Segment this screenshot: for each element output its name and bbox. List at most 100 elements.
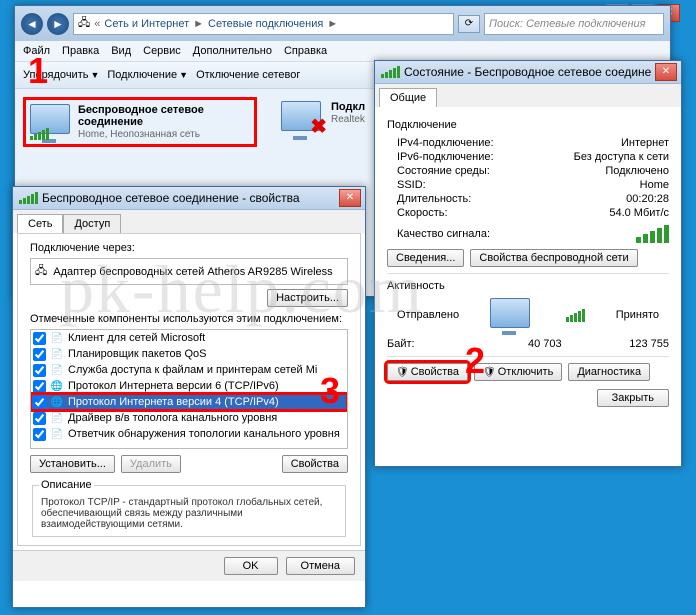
list-item: 📄Клиент для сетей Microsoft xyxy=(31,330,347,346)
component-list[interactable]: 📄Клиент для сетей Microsoft 📄Планировщик… xyxy=(30,329,348,449)
value-ipv4: Интернет xyxy=(621,137,669,149)
list-item: 📄Ответчик обнаружения топологии канально… xyxy=(31,426,347,442)
disconnect-button[interactable]: Отключение сетевог xyxy=(196,69,300,81)
menu-advanced[interactable]: Дополнительно xyxy=(193,45,272,57)
checkbox[interactable] xyxy=(33,380,46,393)
item-props-button[interactable]: Свойства xyxy=(282,455,348,473)
checkbox[interactable] xyxy=(33,332,46,345)
menu-view[interactable]: Вид xyxy=(111,45,131,57)
nav-fwd-button[interactable]: ► xyxy=(47,13,69,35)
value-ssid: Home xyxy=(640,179,669,191)
checkbox[interactable] xyxy=(33,428,46,441)
list-item: 📄Планировщик пакетов QoS xyxy=(31,346,347,362)
props-title: Беспроводное сетевое соединение - свойст… xyxy=(42,191,335,205)
props-button[interactable]: Свойства xyxy=(387,363,468,381)
client-icon: 📄 xyxy=(50,331,64,345)
label-ipv6: IPv6-подключение: xyxy=(397,151,494,163)
ipv6-icon: 🌐 xyxy=(50,379,64,393)
close-button[interactable]: ✕ xyxy=(339,189,361,207)
value-sent: 40 703 xyxy=(528,338,562,350)
network-icon: 🖧 xyxy=(78,14,90,33)
lan-icon: ✖ xyxy=(281,101,323,137)
crumb-2[interactable]: Сетевые подключения xyxy=(208,18,323,30)
error-x-icon: ✖ xyxy=(310,114,327,139)
status-window: Состояние - Беспроводное сетевое соедине… xyxy=(374,60,682,467)
wireless-icon xyxy=(30,104,70,140)
tab-access[interactable]: Доступ xyxy=(63,214,121,233)
conn-sub: Realtek xyxy=(331,114,365,125)
ok-button[interactable]: OK xyxy=(224,557,278,575)
driver-icon: 📄 xyxy=(50,411,64,425)
label-ipv4: IPv4-подключение: xyxy=(397,137,494,149)
qos-icon: 📄 xyxy=(50,347,64,361)
close-button[interactable]: Закрыть xyxy=(597,389,669,407)
value-duration: 00:20:28 xyxy=(626,193,669,205)
wireless-props-button[interactable]: Свойства беспроводной сети xyxy=(470,249,637,267)
search-input[interactable]: Поиск: Сетевые подключения xyxy=(484,13,664,35)
label-sent: Отправлено xyxy=(397,309,459,321)
checkbox[interactable] xyxy=(33,364,46,377)
remove-button: Удалить xyxy=(121,455,181,473)
label-media: Состояние среды: xyxy=(397,165,490,177)
marker-3: 3 xyxy=(320,370,340,412)
ipv4-icon: 🌐 xyxy=(50,395,64,409)
activity-signal-icon xyxy=(566,309,585,322)
label-signal: Качество сигнала: xyxy=(397,228,490,240)
list-item: 🌐Протокол Интернета версии 6 (TCP/IPv6) xyxy=(31,378,347,394)
diag-button[interactable]: Диагностика xyxy=(568,363,650,381)
refresh-button[interactable]: ⟳ xyxy=(458,15,480,33)
connect-button[interactable]: Подключение▼ xyxy=(107,69,188,81)
connection-wireless[interactable]: Беспроводное сетевое соединение Home, Не… xyxy=(23,97,257,147)
configure-button[interactable]: Настроить... xyxy=(267,289,348,307)
marker-1: 1 xyxy=(28,50,48,92)
list-item-ipv4: 🌐Протокол Интернета версии 4 (TCP/IPv4) xyxy=(31,394,347,410)
menu-edit[interactable]: Правка xyxy=(62,45,99,57)
menu-service[interactable]: Сервис xyxy=(143,45,181,57)
props-window: Беспроводное сетевое соединение - свойст… xyxy=(12,186,366,608)
label-recv: Принято xyxy=(616,309,659,321)
label-description: Описание xyxy=(39,479,94,491)
menu-bar: Файл Правка Вид Сервис Дополнительно Спр… xyxy=(15,41,670,62)
group-activity: Активность xyxy=(387,280,669,292)
marker-2: 2 xyxy=(465,340,485,382)
value-media: Подключено xyxy=(605,165,669,177)
value-ipv6: Без доступа к сети xyxy=(574,151,669,163)
checkbox[interactable] xyxy=(33,348,46,361)
conn-name: Беспроводное сетевое соединение xyxy=(78,104,250,128)
checkbox[interactable] xyxy=(33,396,46,409)
value-speed: 54.0 Мбит/с xyxy=(609,207,669,219)
install-button[interactable]: Установить... xyxy=(30,455,115,473)
checkbox[interactable] xyxy=(33,412,46,425)
crumb-1[interactable]: Сеть и Интернет xyxy=(104,18,189,30)
adapter-name: Адаптер беспроводных сетей Atheros AR928… xyxy=(53,266,332,278)
nav-back-button[interactable]: ◄ xyxy=(21,13,43,35)
label-bytes: Байт: xyxy=(387,338,415,350)
list-item: 📄Драйвер в/в тополога канального уровня xyxy=(31,410,347,426)
description-text: Протокол TCP/IP - стандартный протокол г… xyxy=(39,495,339,532)
tab-network[interactable]: Сеть xyxy=(17,214,63,233)
label-speed: Скорость: xyxy=(397,207,448,219)
tab-general[interactable]: Общие xyxy=(379,88,437,107)
conn-sub: Home, Неопознанная сеть xyxy=(78,129,200,140)
label-ssid: SSID: xyxy=(397,179,426,191)
label-duration: Длительность: xyxy=(397,193,471,205)
status-title: Состояние - Беспроводное сетевое соедине… xyxy=(404,65,651,79)
cancel-button[interactable]: Отмена xyxy=(286,557,355,575)
adapter-icon: 🖧 xyxy=(35,262,47,281)
label-connect-via: Подключение через: xyxy=(30,242,348,254)
activity-icon xyxy=(490,298,534,332)
signal-icon xyxy=(381,66,400,78)
list-item: 📄Служба доступа к файлам и принтерам сет… xyxy=(31,362,347,378)
share-icon: 📄 xyxy=(50,363,64,377)
group-connection: Подключение xyxy=(387,119,669,131)
signal-bars-icon xyxy=(636,225,669,243)
details-button[interactable]: Сведения... xyxy=(387,249,464,267)
menu-help[interactable]: Справка xyxy=(284,45,327,57)
disable-button[interactable]: Отключить xyxy=(474,363,562,381)
close-button[interactable]: ✕ xyxy=(655,63,677,81)
address-bar[interactable]: 🖧 « Сеть и Интернет ► Сетевые подключени… xyxy=(73,13,454,35)
conn-name: Подкл xyxy=(331,101,365,113)
signal-icon xyxy=(19,192,38,204)
value-recv: 123 755 xyxy=(629,338,669,350)
label-components: Отмеченные компоненты используются этим … xyxy=(30,313,348,325)
